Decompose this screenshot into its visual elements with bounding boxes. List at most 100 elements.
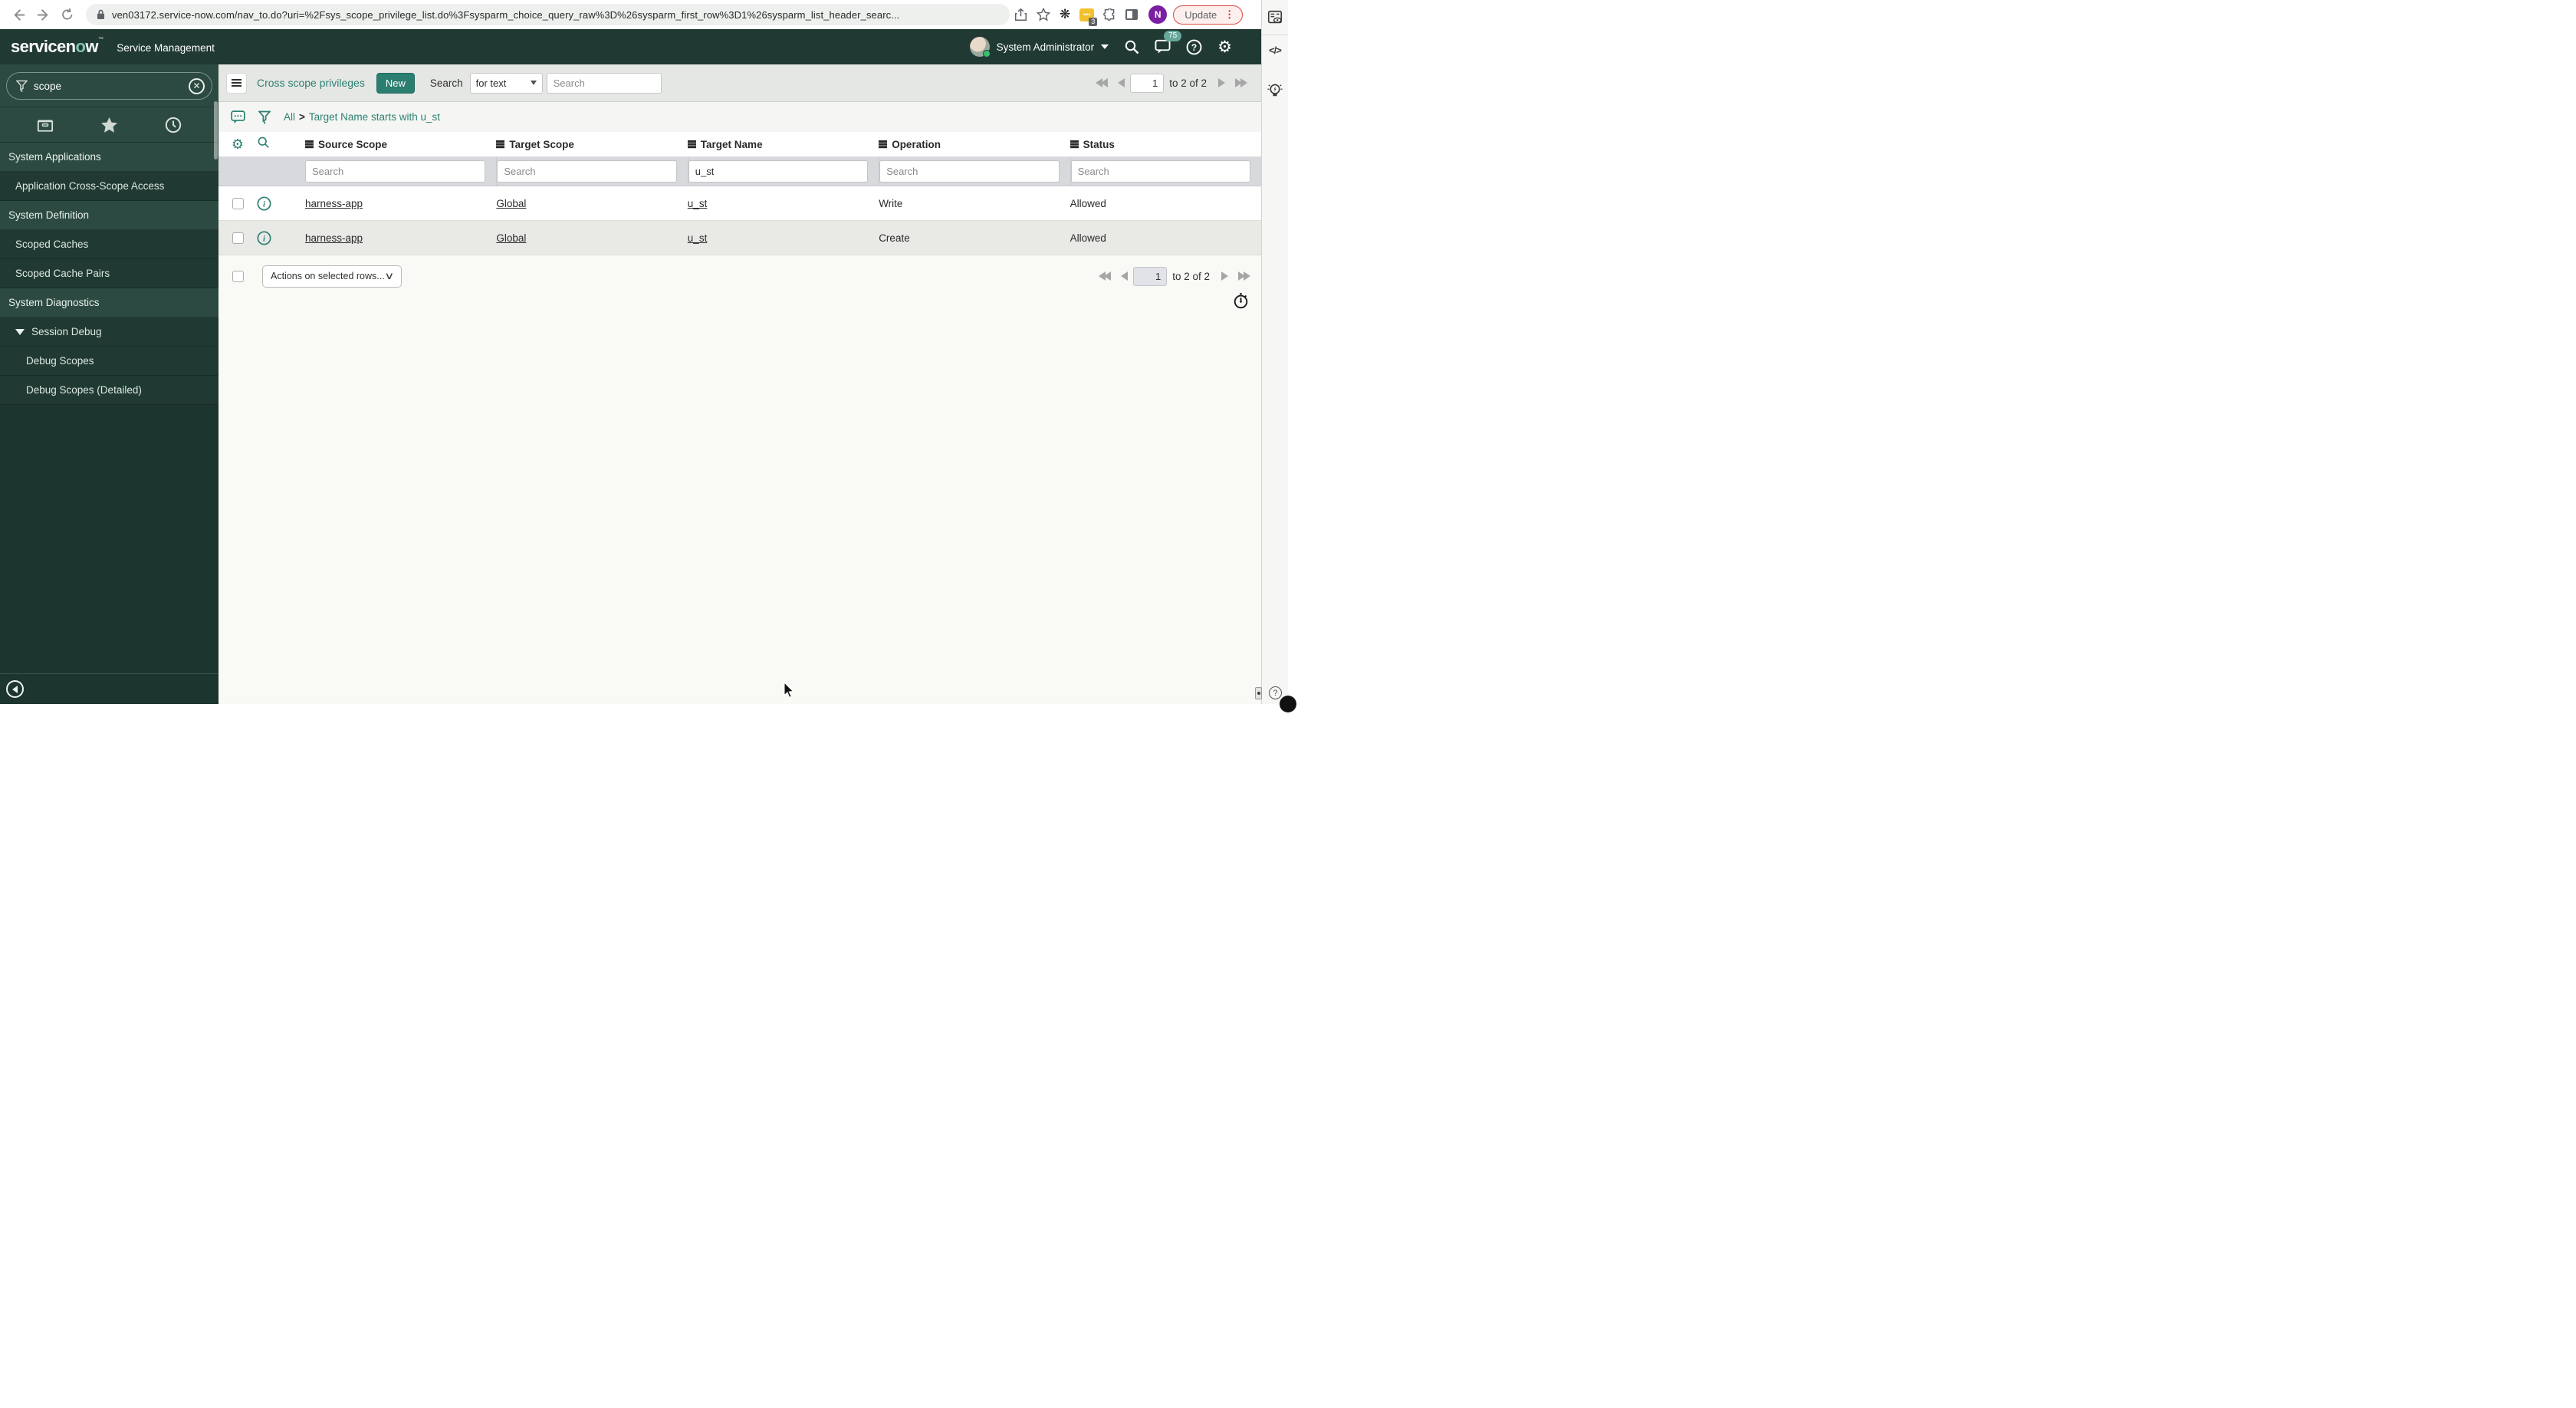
select-all-checkbox[interactable] — [232, 270, 244, 282]
sidebar-item-scoped-caches[interactable]: Scoped Caches — [0, 230, 219, 259]
collapse-sidebar-button[interactable] — [6, 680, 24, 698]
rail-help-icon[interactable]: ? — [1269, 686, 1282, 699]
breadcrumb-all-link[interactable]: All — [284, 111, 295, 123]
history-clock-icon[interactable] — [165, 117, 182, 133]
browser-profile-avatar[interactable]: N — [1148, 5, 1168, 24]
list-action-bar: Actions on selected rows... ∨ to 2 of 2 — [219, 262, 1261, 290]
navigator-tabs — [0, 107, 219, 143]
extension-flower-icon[interactable]: ❋ — [1060, 7, 1070, 22]
lightbulb-icon[interactable] — [1267, 82, 1283, 100]
row-checkbox[interactable] — [232, 197, 244, 209]
reader-view-icon[interactable] — [1267, 9, 1283, 26]
back-icon[interactable] — [9, 5, 28, 24]
column-header-status[interactable]: Status — [1070, 139, 1261, 150]
browser-chrome: ven03172.service-now.com/nav_to.do?uri=%… — [0, 0, 1261, 29]
previous-page-icon[interactable] — [1118, 78, 1125, 87]
conversations-icon[interactable]: 75 — [1155, 31, 1182, 54]
filter-target-scope-input[interactable] — [497, 160, 677, 183]
sidebar-section-system-definition[interactable]: System Definition — [0, 201, 219, 230]
global-search-icon[interactable] — [1124, 39, 1139, 54]
list-context-menu-button[interactable] — [226, 72, 247, 94]
response-time-icon[interactable] — [1233, 292, 1249, 313]
cell-target-name-link[interactable]: u_st — [688, 198, 708, 209]
column-header-target-scope[interactable]: Target Scope — [496, 139, 687, 150]
search-type-select[interactable]: for text — [469, 72, 543, 94]
list-comments-icon[interactable] — [231, 110, 245, 124]
sidebar-item-debug-scopes[interactable]: Debug Scopes — [0, 347, 219, 376]
reload-icon[interactable] — [58, 5, 77, 24]
last-page-icon[interactable] — [1235, 78, 1247, 87]
filter-status-input[interactable] — [1070, 160, 1250, 183]
column-search-toggle-icon[interactable] — [257, 136, 305, 153]
cell-operation: Create — [879, 232, 910, 244]
column-header-operation[interactable]: Operation — [879, 139, 1070, 150]
column-menu-icon — [879, 140, 888, 143]
table-row: i harness-app Global u_st Write Allowed — [219, 186, 1261, 221]
column-header-target-name[interactable]: Target Name — [687, 139, 879, 150]
cell-source-scope-link[interactable]: harness-app — [305, 232, 363, 244]
record-info-icon[interactable]: i — [257, 196, 305, 211]
forward-icon[interactable] — [34, 5, 52, 24]
filter-navigator-wrap: ✕ — [0, 64, 219, 107]
extensions-puzzle-icon[interactable] — [1103, 8, 1116, 21]
new-record-button[interactable]: New — [376, 72, 415, 94]
scrollbar-nub[interactable] — [1255, 687, 1262, 699]
sidebar-section-system-applications[interactable]: System Applications — [0, 143, 219, 172]
user-menu[interactable]: System Administrator — [969, 37, 1109, 58]
settings-gear-icon[interactable]: ⚙ — [1217, 39, 1232, 55]
hamburger-icon — [232, 79, 242, 81]
previous-page-icon[interactable] — [1121, 271, 1129, 281]
table-row: i harness-app Global u_st Create Allowed — [219, 221, 1261, 255]
clear-filter-icon[interactable]: ✕ — [189, 77, 205, 94]
breadcrumb-filter-link[interactable]: Target Name starts with u_st — [309, 111, 440, 123]
filter-source-scope-input[interactable] — [305, 160, 486, 183]
first-page-icon[interactable] — [1099, 271, 1112, 281]
list-title-link[interactable]: Cross scope privileges — [257, 77, 365, 89]
favorites-star-icon[interactable] — [100, 117, 118, 133]
address-bar[interactable]: ven03172.service-now.com/nav_to.do?uri=%… — [86, 4, 1010, 25]
cell-target-scope-link[interactable]: Global — [496, 232, 526, 244]
sidebar-item-debug-scopes-detailed[interactable]: Debug Scopes (Detailed) — [0, 376, 219, 405]
search-label: Search — [429, 77, 463, 89]
code-panel-icon[interactable]: </> — [1269, 44, 1282, 56]
breadcrumb-filter-icon[interactable] — [258, 110, 271, 124]
cell-source-scope-link[interactable]: harness-app — [305, 198, 363, 209]
record-info-icon[interactable]: i — [257, 230, 305, 245]
last-page-icon[interactable] — [1238, 271, 1250, 281]
page-range-label: to 2 of 2 — [1169, 77, 1207, 89]
first-page-icon[interactable] — [1096, 78, 1109, 87]
page-number-input[interactable] — [1130, 73, 1165, 93]
chrome-update-button[interactable]: Update ⋮ — [1173, 5, 1244, 25]
cell-target-name-link[interactable]: u_st — [688, 232, 708, 244]
all-applications-icon[interactable] — [37, 117, 54, 133]
column-header-source-scope[interactable]: Source Scope — [305, 139, 496, 150]
bottom-pagination: to 2 of 2 — [1099, 266, 1250, 286]
row-checkbox[interactable] — [232, 232, 244, 244]
actions-on-selected-rows-select[interactable]: Actions on selected rows... ∨ — [262, 265, 402, 288]
cell-target-scope-link[interactable]: Global — [496, 198, 526, 209]
filter-navigator[interactable]: ✕ — [6, 72, 212, 100]
column-header-row: ⚙ Source Scope Target Scope Target Name … — [219, 132, 1261, 157]
sidebar-section-system-diagnostics[interactable]: System Diagnostics — [0, 288, 219, 317]
sidebar-scrollbar[interactable] — [214, 101, 218, 160]
next-page-icon[interactable] — [1221, 271, 1228, 281]
list-search-input[interactable] — [546, 72, 662, 94]
screen: ven03172.service-now.com/nav_to.do?uri=%… — [0, 0, 1296, 712]
help-icon[interactable]: ? — [1186, 39, 1202, 55]
sidebar-item-scoped-cache-pairs[interactable]: Scoped Cache Pairs — [0, 259, 219, 288]
navigator-filter-input[interactable] — [34, 80, 182, 92]
filter-operation-input[interactable] — [879, 160, 1060, 183]
bookmark-star-icon[interactable] — [1037, 8, 1050, 21]
next-page-icon[interactable] — [1218, 78, 1225, 87]
sidebar-item-application-cross-scope-access[interactable]: Application Cross-Scope Access — [0, 172, 219, 201]
chrome-menu-icon[interactable]: ⋮ — [1224, 9, 1234, 19]
page-number-input[interactable] — [1133, 266, 1168, 286]
svg-text:i: i — [263, 199, 265, 209]
corner-widget[interactable] — [1280, 696, 1296, 712]
share-icon[interactable] — [1014, 8, 1027, 21]
filter-target-name-input[interactable] — [688, 160, 869, 183]
sidebar-item-session-debug[interactable]: Session Debug — [0, 317, 219, 347]
extension-yellow-icon[interactable]: ••• 3 — [1079, 8, 1098, 26]
list-personalize-gear-icon[interactable]: ⚙ — [232, 137, 244, 151]
side-panel-icon[interactable] — [1125, 9, 1138, 20]
